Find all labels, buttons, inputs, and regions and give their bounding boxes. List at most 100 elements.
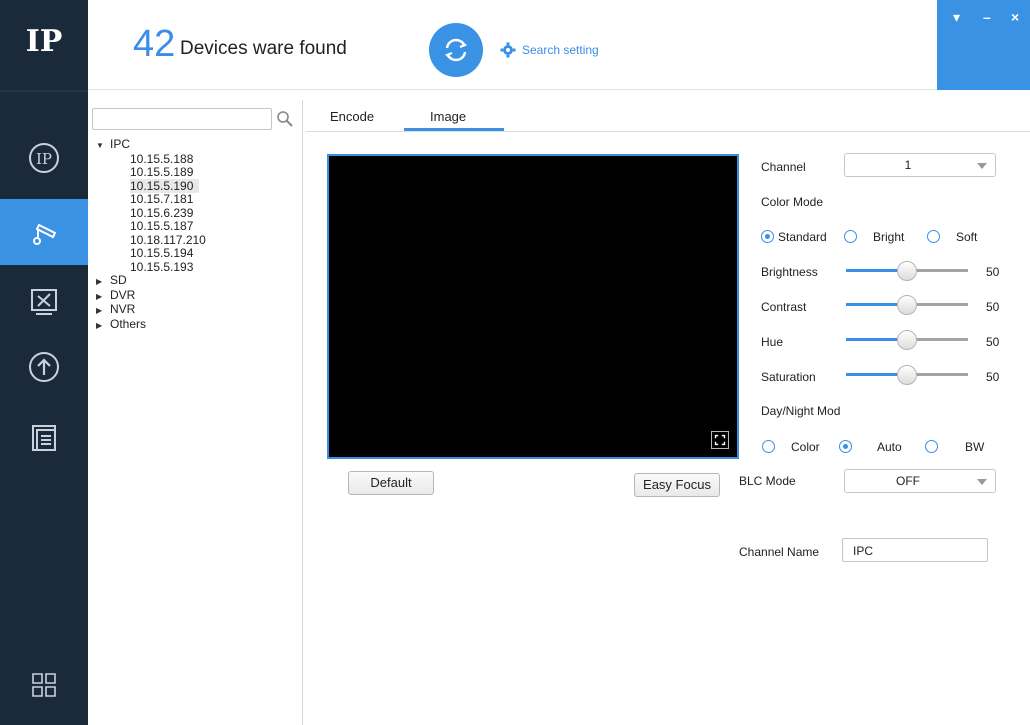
blc-mode-label: BLC Mode	[739, 474, 796, 488]
left-rail: IP IP	[0, 0, 88, 725]
collapsed-arrow-icon: ▶	[96, 320, 103, 330]
rail-document-button[interactable]	[0, 404, 88, 470]
device-tree-panel: ▼ IPC 10.15.5.188 10.15.5.189 10.15.5.190…	[88, 100, 303, 725]
tree-group-nvr[interactable]: ▶ NVR	[96, 302, 206, 318]
collapsed-arrow-icon: ▶	[96, 277, 103, 286]
tree-item[interactable]: 10.15.5.193	[96, 260, 206, 275]
tree-item[interactable]: 10.15.6.239	[96, 206, 206, 221]
upgrade-icon	[29, 352, 59, 382]
hue-slider[interactable]	[846, 330, 968, 350]
channel-name-input[interactable]: IPC	[842, 538, 988, 562]
saturation-value: 50	[986, 370, 1000, 384]
rail-tools-button[interactable]	[0, 268, 88, 334]
slider-handle[interactable]	[897, 330, 917, 350]
active-tab-indicator	[404, 128, 504, 131]
tree-group-dvr[interactable]: ▶ DVR	[96, 288, 206, 304]
channel-select[interactable]: 1	[844, 153, 996, 177]
rail-upgrade-button[interactable]	[0, 334, 88, 400]
search-setting-link[interactable]: Search setting	[500, 42, 599, 58]
rail-ip-button[interactable]: IP	[0, 125, 88, 191]
tree-item[interactable]: 10.15.5.189	[96, 165, 206, 180]
hue-value: 50	[986, 335, 1000, 349]
brightness-label: Brightness	[761, 265, 818, 279]
easy-focus-button[interactable]: Easy Focus	[634, 473, 720, 497]
camera-settings-icon	[33, 223, 57, 245]
collapsed-arrow-icon: ▶	[96, 306, 103, 315]
tree-group-sd[interactable]: ▶ SD	[96, 273, 206, 289]
tree-group-others[interactable]: ▶ Others	[96, 317, 206, 333]
devices-found-label: Devices ware found	[180, 38, 347, 59]
channel-value: 1	[904, 158, 912, 172]
tree-item[interactable]: 10.15.5.188	[96, 152, 206, 167]
brightness-slider[interactable]	[846, 261, 968, 281]
color-mode-soft-radio[interactable]	[927, 230, 940, 243]
device-search-input[interactable]	[92, 108, 272, 130]
close-button[interactable]: ×	[1011, 10, 1019, 24]
search-icon[interactable]	[276, 110, 294, 128]
refresh-button[interactable]	[429, 23, 483, 77]
svg-text:IP: IP	[36, 150, 52, 168]
blc-mode-value: OFF	[896, 474, 920, 488]
slider-handle[interactable]	[897, 261, 917, 281]
brightness-value: 50	[986, 265, 1000, 279]
fullscreen-icon[interactable]	[711, 431, 729, 449]
slider-handle[interactable]	[897, 365, 917, 385]
chevron-down-icon	[977, 163, 987, 169]
color-mode-standard-label: Standard	[778, 230, 827, 244]
day-night-color-label: Color	[791, 440, 820, 454]
rail-divider	[0, 90, 88, 92]
search-setting-label: Search setting	[522, 43, 599, 57]
window-controls: ▾ – ×	[937, 0, 1030, 90]
saturation-slider[interactable]	[846, 365, 968, 385]
chevron-down-icon	[977, 479, 987, 485]
tree-group-ipc[interactable]: ▼ IPC	[96, 137, 206, 153]
color-mode-bright-label: Bright	[873, 230, 905, 244]
day-night-bw-radio[interactable]	[925, 440, 938, 453]
tree-item[interactable]: 10.15.7.181	[96, 192, 206, 207]
tab-image[interactable]: Image	[430, 109, 466, 124]
image-settings-pane: Encode Image Default Easy Focus Channel …	[306, 100, 1030, 725]
day-night-auto-radio[interactable]	[839, 440, 852, 453]
tab-bar: Encode Image	[306, 100, 1030, 132]
menu-dropdown-button[interactable]: ▾	[953, 10, 960, 24]
collapsed-arrow-icon: ▶	[96, 291, 103, 301]
saturation-label: Saturation	[761, 370, 816, 384]
rail-camera-settings-button[interactable]	[0, 199, 88, 265]
day-night-bw-label: BW	[965, 440, 985, 454]
day-night-color-radio[interactable]	[762, 440, 775, 453]
tools-icon	[31, 289, 57, 315]
header: 42 Devices ware found Search setting ▾ –…	[88, 0, 1030, 90]
contrast-value: 50	[986, 300, 1000, 314]
refresh-icon	[445, 38, 467, 62]
rail-apps-button[interactable]	[0, 652, 88, 718]
expanded-arrow-icon: ▼	[96, 141, 104, 150]
device-tree: ▼ IPC 10.15.5.188 10.15.5.189 10.15.5.190…	[96, 137, 206, 333]
blc-mode-select[interactable]: OFF	[844, 469, 996, 493]
gear-icon	[500, 42, 516, 58]
document-list-icon	[32, 425, 56, 451]
default-button[interactable]: Default	[348, 471, 434, 495]
hue-label: Hue	[761, 335, 784, 349]
tree-item[interactable]: 10.15.5.194	[96, 246, 206, 261]
color-mode-bright-radio[interactable]	[844, 230, 857, 243]
tab-encode[interactable]: Encode	[330, 109, 374, 124]
tree-item-selected[interactable]: 10.15.5.190	[96, 178, 206, 194]
device-count: 42	[133, 23, 176, 65]
slider-handle[interactable]	[897, 295, 917, 315]
contrast-label: Contrast	[761, 300, 807, 314]
channel-label: Channel	[761, 160, 806, 174]
video-preview	[327, 154, 739, 459]
color-mode-label: Color Mode	[761, 195, 824, 209]
color-mode-soft-label: Soft	[956, 230, 978, 244]
day-night-auto-label: Auto	[877, 440, 902, 454]
channel-name-label: Channel Name	[739, 545, 820, 559]
minimize-button[interactable]: –	[983, 10, 991, 24]
tree-item[interactable]: 10.15.5.187	[96, 219, 206, 234]
day-night-label: Day/Night Mod	[761, 404, 841, 418]
contrast-slider[interactable]	[846, 295, 968, 315]
app-logo: IP	[25, 24, 63, 59]
tree-item[interactable]: 10.18.117.210	[96, 233, 206, 248]
grid-apps-icon	[32, 673, 56, 697]
ip-circle-icon: IP	[29, 143, 59, 173]
color-mode-standard-radio[interactable]	[761, 230, 774, 243]
